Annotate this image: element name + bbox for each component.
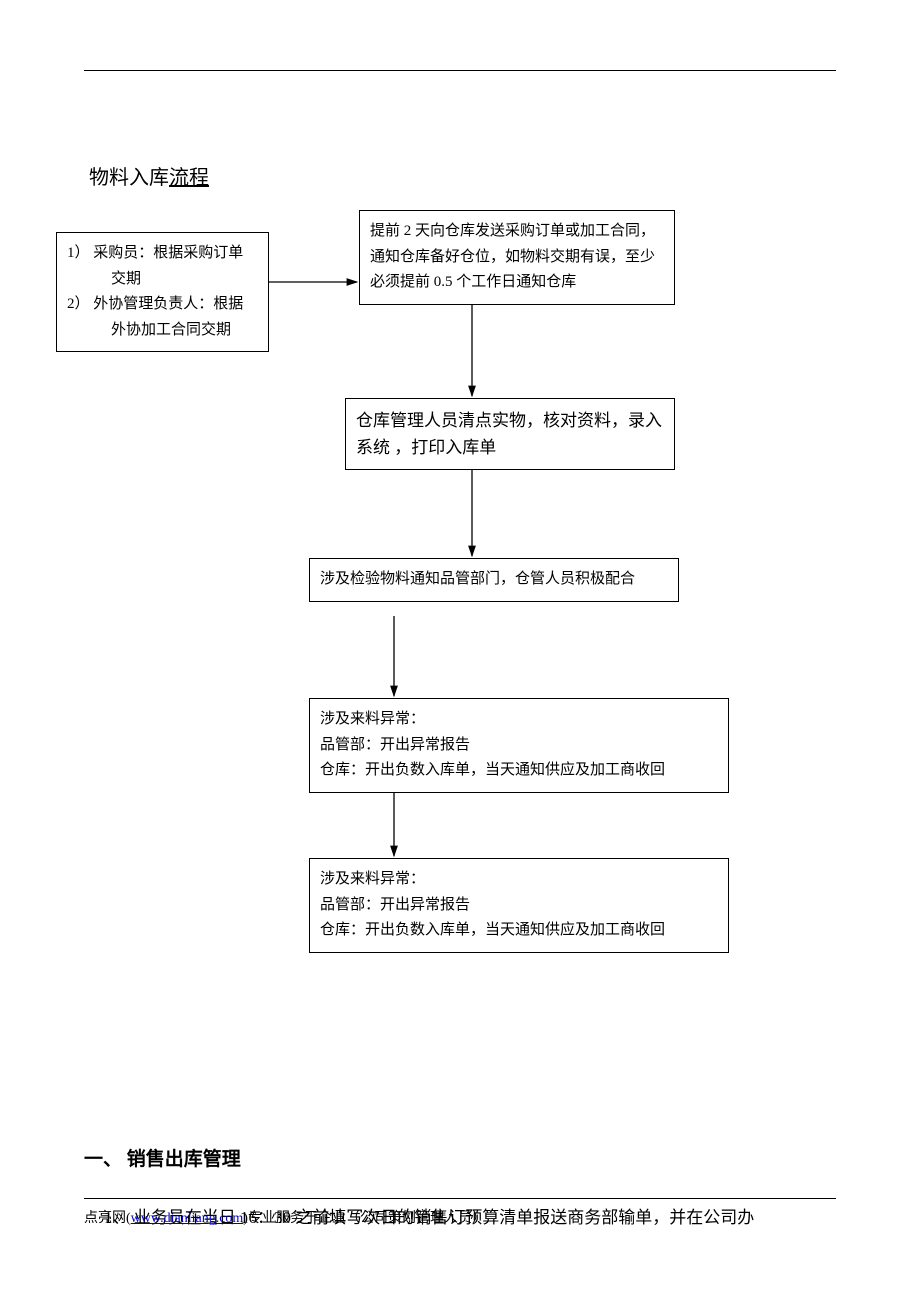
flowchart-area: 1） 采购员：根据采购订单 交期 2） 外协管理负责人：根据 外协加工合同交期 …	[84, 204, 836, 974]
top-horizontal-rule	[84, 70, 836, 71]
box5-line1: 涉及来料异常：	[320, 707, 718, 733]
box5-line3: 仓库：开出负数入库单，当天通知供应及加工商收回	[320, 758, 718, 784]
flow-box-inspection-notify: 涉及检验物料通知品管部门，仓管人员积极配合	[309, 558, 679, 602]
flowchart-title: 物料入库流程	[89, 161, 836, 190]
box6-line3: 仓库：开出负数入库单，当天通知供应及加工商收回	[320, 918, 718, 944]
box4-text: 涉及检验物料通知品管部门，仓管人员积极配合	[320, 571, 635, 587]
box5-line2: 品管部：开出异常报告	[320, 733, 718, 759]
flow-box-notify-warehouse: 提前 2 天向仓库发送采购订单或加工合同，通知仓库备好仓位，如物料交期有误，至少…	[359, 210, 675, 305]
box1-item1-line1: 1） 采购员：根据采购订单	[67, 241, 258, 267]
section-heading: 一、 销售出库管理	[84, 1144, 836, 1171]
box3-text: 仓库管理人员清点实物，核对资料，录入系统 ，打印入库单	[356, 411, 662, 457]
title-underlined: 流程	[169, 167, 209, 189]
flow-box-anomaly-2: 涉及来料异常： 品管部：开出异常报告 仓库：开出负数入库单，当天通知供应及加工商…	[309, 858, 729, 953]
footer-text-pre: 点亮网(	[84, 1211, 131, 1226]
box2-text: 提前 2 天向仓库发送采购订单或加工合同，通知仓库备好仓位，如物料交期有误，至少…	[370, 223, 655, 290]
flow-box-initiators: 1） 采购员：根据采购订单 交期 2） 外协管理负责人：根据 外协加工合同交期	[56, 232, 269, 352]
page-content: 物料入库流程 1） 采购员：根据采购订单 交期 2） 外协管理负责人：根据 外协…	[84, 70, 836, 1234]
flow-box-warehouse-check: 仓库管理人员清点实物，核对资料，录入系统 ，打印入库单	[345, 398, 675, 470]
footer-text-post: )专业服务于企业（公司策划管理人员）	[243, 1211, 486, 1226]
footer-horizontal-rule	[84, 1198, 836, 1199]
page-footer: 点亮网(www.dianliang.com)专业服务于企业（公司策划管理人员）	[84, 1198, 836, 1227]
box6-line1: 涉及来料异常：	[320, 867, 718, 893]
box6-line2: 品管部：开出异常报告	[320, 893, 718, 919]
box1-item2-line1: 2） 外协管理负责人：根据	[67, 292, 258, 318]
box1-item1-line2: 交期	[67, 267, 258, 293]
flow-box-anomaly-1: 涉及来料异常： 品管部：开出异常报告 仓库：开出负数入库单，当天通知供应及加工商…	[309, 698, 729, 793]
footer-link[interactable]: www.dianliang.com	[131, 1211, 244, 1226]
title-plain: 物料入库	[89, 167, 169, 189]
box1-item2-line2: 外协加工合同交期	[67, 318, 258, 344]
